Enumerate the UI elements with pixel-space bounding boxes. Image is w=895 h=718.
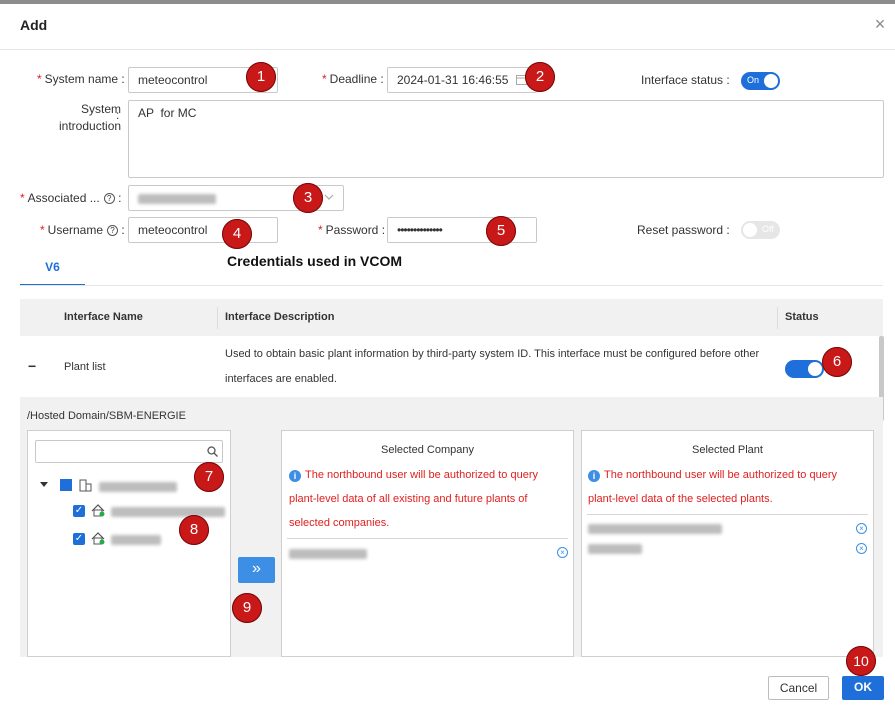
remove-plant-icon[interactable]: ×	[856, 523, 867, 534]
column-header-status: Status	[785, 311, 819, 323]
toggle-knob	[808, 362, 822, 376]
plant-home-icon	[91, 504, 105, 517]
selected-plant-warning-line1: i The northbound user will be authorized …	[588, 463, 837, 487]
annotation-badge-7: 7	[194, 462, 224, 492]
system-introduction-textarea[interactable]: AP for MC	[128, 100, 884, 178]
annotation-badge-2: 2	[525, 62, 555, 92]
building-icon	[79, 479, 92, 492]
column-header-interface-name: Interface Name	[64, 311, 143, 323]
plant-list-status-toggle[interactable]	[785, 360, 824, 378]
tab-v6[interactable]: V6	[20, 254, 85, 286]
annotation-badge-3: 3	[293, 183, 323, 213]
panel-divider	[287, 538, 568, 539]
plant-name-blurred	[111, 535, 161, 545]
selected-company-panel: Selected Company i The northbound user wi…	[281, 430, 574, 657]
remove-plant-icon[interactable]: ×	[856, 543, 867, 554]
plant-home-icon	[91, 532, 105, 545]
window-top-border	[0, 0, 895, 4]
system-name-label: * System name :	[37, 72, 125, 86]
deadline-value: 2024-01-31 16:46:55	[397, 73, 509, 87]
remove-company-icon[interactable]: ×	[557, 547, 568, 558]
collapse-icon[interactable]: −	[28, 355, 36, 378]
search-icon[interactable]	[207, 446, 218, 457]
annotation-badge-8: 8	[179, 515, 209, 545]
dialog-title: Add	[20, 17, 48, 33]
deadline-label: * Deadline :	[322, 72, 384, 86]
associated-label: * Associated ...? :	[20, 191, 122, 205]
username-label: * Username? :	[40, 223, 125, 237]
system-introduction-label: System introduction	[59, 102, 122, 133]
system-introduction-colon: :	[116, 108, 120, 122]
company-name-blurred	[99, 482, 177, 492]
annotation-badge-4: 4	[222, 219, 252, 249]
caret-down-icon[interactable]	[40, 482, 48, 488]
selected-company-warning-line3: selected companies.	[289, 517, 390, 529]
interface-name-plant-list: Plant list	[64, 361, 106, 373]
toggle-knob	[764, 74, 778, 88]
selected-plant-item-blurred	[588, 524, 722, 534]
tree-search-input[interactable]	[35, 440, 223, 463]
annotation-badge-9: 9	[232, 593, 262, 623]
selected-company-warning-line1: i The northbound user will be authorized …	[289, 463, 538, 487]
selected-plant-title: Selected Plant	[692, 444, 763, 456]
close-icon[interactable]: ×	[872, 15, 888, 33]
annotation-badge-5: 5	[486, 216, 516, 246]
username-input[interactable]: meteocontrol	[128, 217, 278, 243]
cancel-button[interactable]: Cancel	[768, 676, 829, 700]
selected-company-item-blurred	[289, 549, 367, 559]
annotation-badge-10: 10	[846, 646, 876, 676]
header-divider	[0, 49, 895, 50]
selected-plant-warning-line2: plant-level data of the selected plants.	[588, 493, 773, 505]
annotation-badge-6: 6	[822, 347, 852, 377]
plant-checkbox[interactable]: ✓	[73, 533, 85, 545]
help-icon[interactable]: ?	[103, 193, 115, 204]
transfer-right-button[interactable]: »	[238, 557, 275, 583]
info-icon: i	[588, 470, 600, 482]
interface-status-label: Interface status :	[641, 73, 730, 87]
annotation-badge-1: 1	[246, 62, 276, 92]
help-icon[interactable]: ?	[107, 225, 119, 236]
credentials-annotation: Credentials used in VCOM	[227, 253, 403, 269]
selected-plant-item-blurred	[588, 544, 642, 554]
selected-plant-panel: Selected Plant i The northbound user will…	[581, 430, 874, 657]
table-header: Interface Name Interface Description Sta…	[20, 299, 883, 336]
company-partial-checkbox[interactable]	[60, 479, 72, 491]
reset-password-label: Reset password :	[637, 223, 730, 237]
tab-divider	[20, 285, 883, 286]
reset-password-toggle[interactable]: Off	[741, 221, 780, 239]
blurred-value	[138, 193, 216, 204]
plant-name-blurred	[111, 507, 225, 517]
interface-description-line1: Used to obtain basic plant information b…	[225, 348, 760, 360]
interface-status-toggle[interactable]: On	[741, 72, 780, 90]
password-label: * Password :	[318, 223, 386, 237]
reset-password-toggle-text: Off	[762, 224, 774, 234]
selected-company-warning-line2: plant-level data of all existing and fut…	[289, 493, 528, 505]
ok-button[interactable]: OK	[842, 676, 884, 700]
toggle-knob	[743, 223, 757, 237]
deadline-input[interactable]: 2024-01-31 16:46:55	[387, 67, 537, 93]
interface-description-line2: interfaces are enabled.	[225, 373, 337, 385]
column-separator	[777, 307, 778, 329]
column-separator	[217, 307, 218, 329]
domain-path: /Hosted Domain/SBM-ENERGIE	[27, 410, 186, 422]
interface-status-toggle-text: On	[747, 75, 760, 85]
panel-divider	[587, 514, 868, 515]
plant-checkbox[interactable]: ✓	[73, 505, 85, 517]
column-header-interface-description: Interface Description	[225, 311, 335, 323]
info-icon: i	[289, 470, 301, 482]
selected-company-title: Selected Company	[381, 444, 474, 456]
chevron-down-icon[interactable]	[324, 194, 334, 201]
